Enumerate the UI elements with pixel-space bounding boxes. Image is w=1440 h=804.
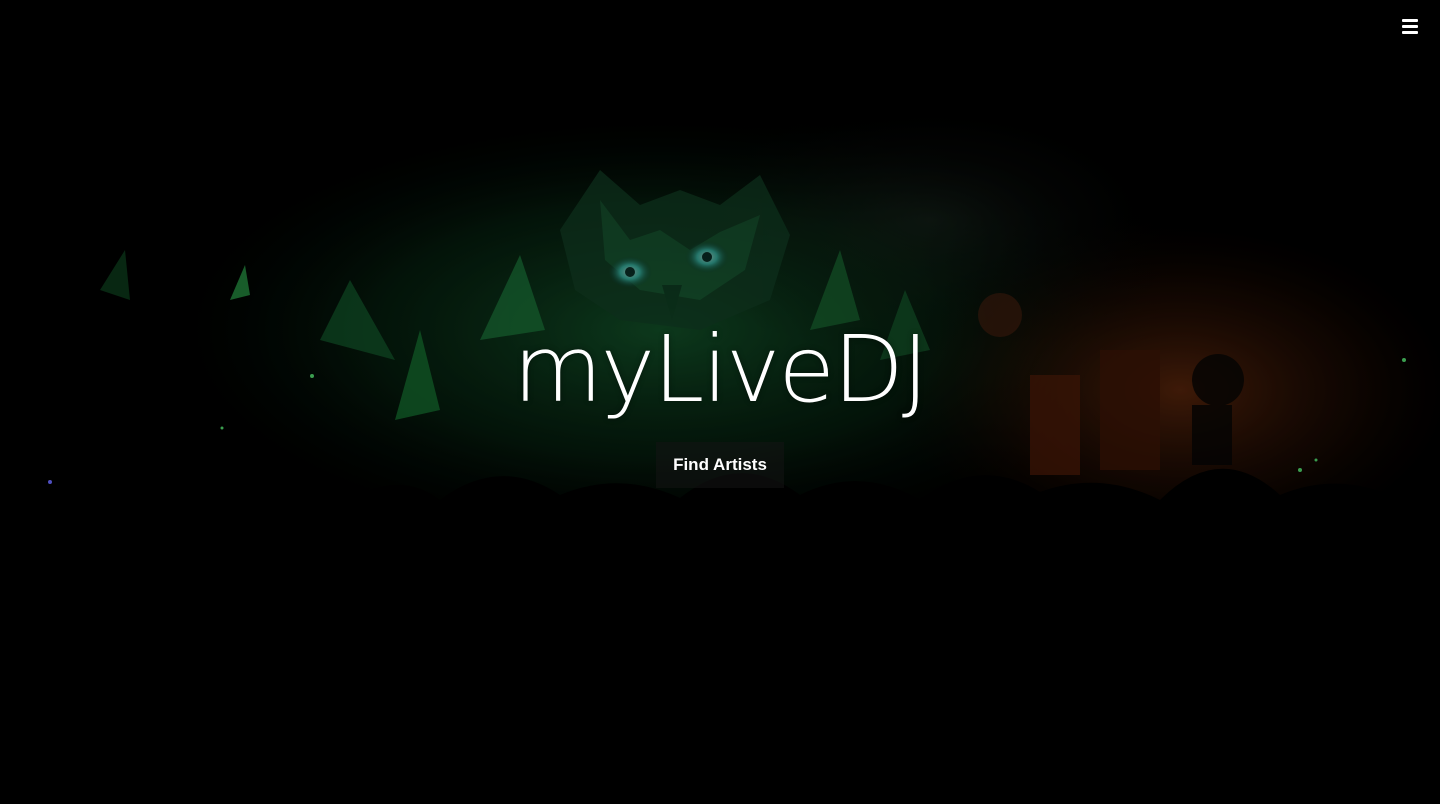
menu-icon-bar-top [1402,19,1418,22]
hamburger-menu-button[interactable] [1400,18,1420,36]
menu-icon-bar-bottom [1402,31,1418,34]
hero-content: myLiveDJ Find Artists [0,318,1440,488]
menu-icon-bar-middle [1402,25,1418,28]
find-artists-button[interactable]: Find Artists [656,442,784,488]
landing-page: myLiveDJ Find Artists [0,0,1440,804]
hamburger-menu-icon [1400,19,1420,34]
site-title: myLiveDJ [513,316,929,423]
